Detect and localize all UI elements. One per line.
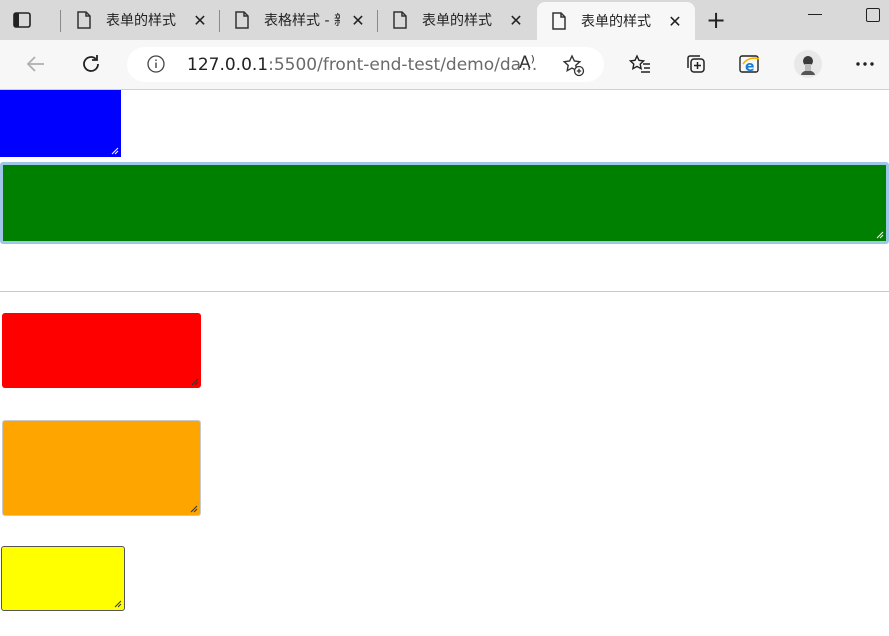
tab-title: 表单的样式: [106, 13, 176, 29]
url-host: 127.0.0.1: [187, 55, 269, 75]
file-icon: [392, 11, 408, 29]
more-icon[interactable]: [853, 52, 877, 76]
collections-icon[interactable]: [684, 52, 708, 76]
page-content: [0, 90, 889, 636]
tab-4-active[interactable]: 表单的样式 ✕: [537, 2, 695, 40]
textarea-blue[interactable]: [0, 90, 121, 157]
close-icon[interactable]: ✕: [192, 11, 208, 30]
resize-grip-icon[interactable]: [111, 147, 119, 155]
tab-title: 表单的样式: [422, 13, 492, 29]
file-icon: [551, 12, 567, 30]
resize-grip-icon[interactable]: [114, 600, 122, 608]
minimize-button[interactable]: [808, 14, 822, 15]
textarea-red[interactable]: [2, 313, 201, 388]
tab-title: 表格样式 - 新: [264, 13, 340, 29]
tab-3[interactable]: 表单的样式 ✕: [378, 0, 534, 40]
tab-strip: 表单的样式 ✕ 表格样式 - 新 ✕ 表单的样式 ✕ 表单的样式 ✕ +: [0, 0, 889, 40]
resize-grip-icon[interactable]: [876, 231, 884, 239]
new-tab-button[interactable]: +: [704, 8, 728, 32]
tab-1[interactable]: 表单的样式 ✕: [62, 0, 218, 40]
info-icon[interactable]: [147, 55, 165, 73]
tab-actions-icon[interactable]: [12, 10, 32, 30]
horizontal-rule: [0, 291, 889, 292]
ie-mode-icon[interactable]: e: [738, 52, 762, 76]
resize-grip-icon[interactable]: [190, 505, 198, 513]
navigation-toolbar: 127.0.0.1:5500/front-end-test/demo/da...…: [0, 40, 889, 90]
favorites-icon[interactable]: [628, 52, 652, 76]
maximize-button[interactable]: [866, 8, 880, 22]
tab-separator: [60, 10, 61, 32]
textarea-orange[interactable]: [2, 420, 201, 516]
close-icon[interactable]: ✕: [667, 12, 683, 31]
close-icon[interactable]: ✕: [350, 11, 366, 30]
tab-title: 表单的样式: [581, 14, 651, 30]
textarea-green[interactable]: [0, 162, 889, 244]
resize-grip-icon[interactable]: [191, 378, 199, 386]
close-icon[interactable]: ✕: [508, 11, 524, 30]
tab-2[interactable]: 表格样式 - 新 ✕: [220, 0, 376, 40]
read-aloud-icon[interactable]: A⁾: [519, 53, 535, 73]
textarea-yellow[interactable]: [1, 546, 125, 611]
url-text[interactable]: 127.0.0.1:5500/front-end-test/demo/da...: [187, 55, 537, 75]
add-favorite-icon[interactable]: [561, 53, 585, 77]
file-icon: [76, 11, 92, 29]
address-bar[interactable]: 127.0.0.1:5500/front-end-test/demo/da...…: [127, 47, 604, 82]
file-icon: [234, 11, 250, 29]
refresh-icon[interactable]: [79, 52, 103, 76]
back-icon[interactable]: [24, 52, 48, 76]
url-path: :5500/front-end-test/demo/da...: [268, 55, 538, 75]
profile-avatar[interactable]: [794, 50, 822, 78]
